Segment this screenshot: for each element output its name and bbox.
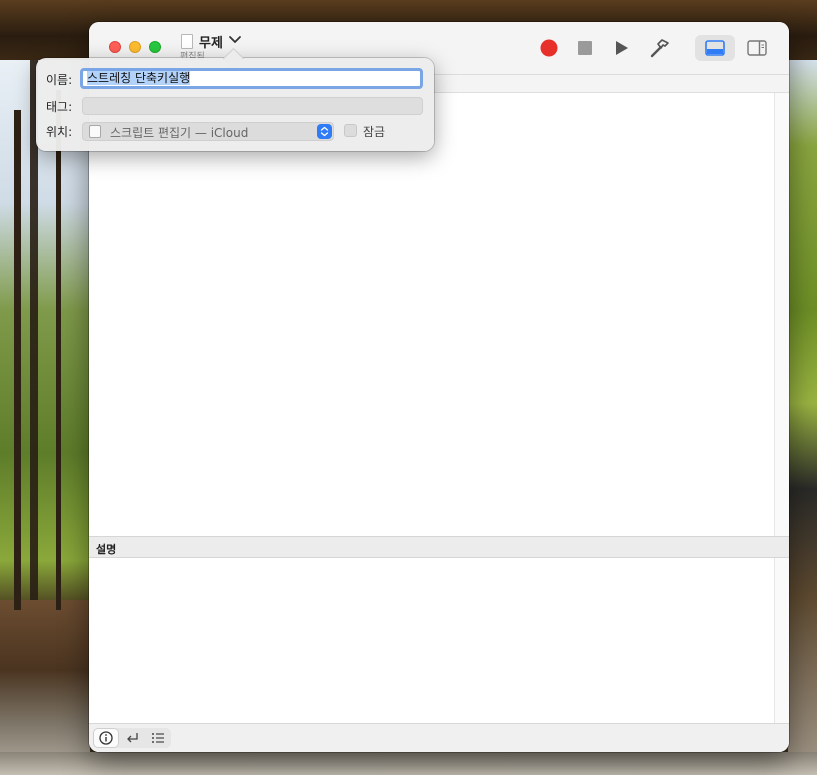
tree-trunk — [14, 110, 21, 610]
name-field-value: 스트레칭 단축키실행 — [87, 71, 191, 85]
show-side-pane-button[interactable] — [741, 35, 773, 61]
info-tab-button[interactable] — [93, 728, 119, 748]
tree-trunk — [56, 90, 61, 610]
log-tab-button[interactable] — [145, 728, 171, 748]
wallpaper-bottom — [0, 752, 817, 775]
lock-label: 잠금 — [363, 125, 386, 139]
hammer-icon — [650, 39, 669, 58]
popup-stepper-icon — [317, 124, 332, 139]
description-pane-label: 설명 — [96, 543, 117, 556]
name-label: 이름: — [46, 73, 73, 87]
save-popover: 이름: 스트레칭 단축키실행 태그: 위치: 스크립트 편집기 — iCloud… — [36, 47, 434, 151]
list-icon — [152, 733, 164, 743]
wallpaper-left-deck — [0, 600, 90, 775]
document-icon — [181, 34, 193, 49]
compile-button[interactable] — [645, 35, 675, 61]
play-icon — [616, 41, 628, 55]
wallpaper-right — [788, 60, 817, 775]
vertical-scrollbar[interactable] — [774, 93, 789, 723]
info-icon — [99, 731, 113, 745]
lock-checkbox[interactable] — [344, 124, 357, 137]
location-select[interactable]: 스크립트 편집기 — iCloud — [82, 122, 334, 141]
side-panel-icon — [747, 40, 767, 56]
location-label: 위치: — [46, 125, 73, 139]
bottom-bar — [89, 723, 789, 752]
close-window-button[interactable] — [109, 41, 121, 53]
description-pane-header: 설명 — [89, 536, 789, 558]
bottom-pane-segmented-control — [93, 728, 171, 748]
chevron-down-icon[interactable] — [227, 32, 243, 48]
run-button[interactable] — [607, 35, 637, 61]
minimize-window-button[interactable] — [129, 41, 141, 53]
show-bottom-pane-button[interactable] — [695, 35, 735, 61]
result-tab-button[interactable] — [119, 728, 145, 748]
location-value: 스크립트 편집기 — iCloud — [110, 126, 249, 140]
zoom-window-button[interactable] — [149, 41, 161, 53]
description-text-area[interactable] — [89, 558, 774, 723]
bottom-panel-icon — [705, 40, 725, 56]
record-icon — [540, 39, 558, 57]
record-button[interactable] — [534, 35, 564, 61]
script-document-icon — [89, 125, 101, 138]
stop-button[interactable] — [570, 35, 600, 61]
name-field[interactable]: 스트레칭 단축키실행 — [80, 68, 423, 89]
script-editor-area[interactable] — [89, 93, 774, 536]
return-arrow-icon — [127, 733, 138, 743]
stop-icon — [578, 41, 592, 55]
tags-label: 태그: — [46, 100, 73, 114]
tags-field[interactable] — [82, 97, 423, 115]
